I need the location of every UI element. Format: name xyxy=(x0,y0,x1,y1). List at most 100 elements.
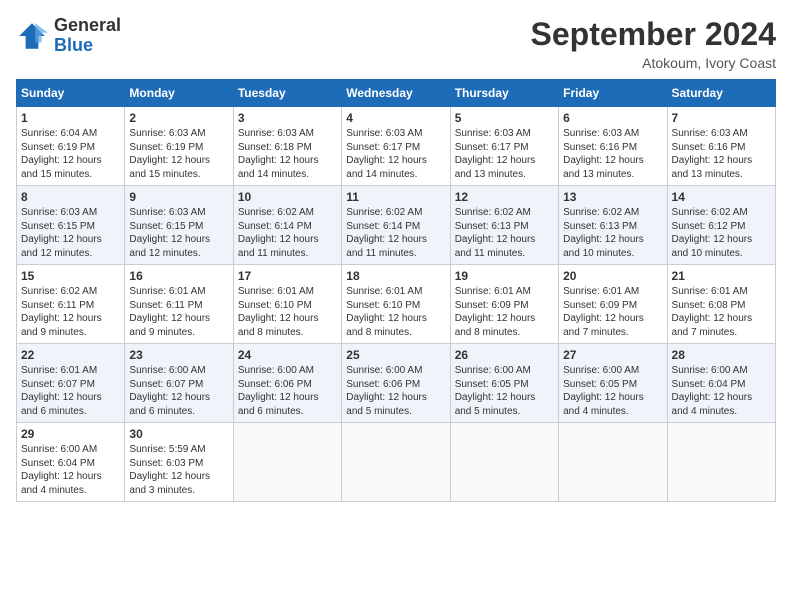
day-number: 20 xyxy=(563,269,662,283)
logo-blue-text: Blue xyxy=(54,36,121,56)
day-info: Sunrise: 6:03 AM Sunset: 6:16 PM Dayligh… xyxy=(563,127,662,181)
day-info: Sunrise: 5:59 AM Sunset: 6:03 PM Dayligh… xyxy=(129,443,228,497)
day-info: Sunrise: 6:00 AM Sunset: 6:04 PM Dayligh… xyxy=(21,443,120,497)
day-number: 3 xyxy=(238,111,337,125)
col-tuesday: Tuesday xyxy=(233,80,341,107)
table-row: 4 Sunrise: 6:03 AM Sunset: 6:17 PM Daylig… xyxy=(342,107,450,186)
table-row: 27 Sunrise: 6:00 AM Sunset: 6:05 PM Dayli… xyxy=(559,344,667,423)
day-info: Sunrise: 6:02 AM Sunset: 6:13 PM Dayligh… xyxy=(563,206,662,260)
logo-text: General Blue xyxy=(54,16,121,56)
calendar-week-row: 15Sunrise: 6:02 AM Sunset: 6:11 PM Dayli… xyxy=(17,265,776,344)
table-row xyxy=(233,423,341,502)
table-row: 23 Sunrise: 6:00 AM Sunset: 6:07 PM Dayli… xyxy=(125,344,233,423)
table-row: 1 Sunrise: 6:04 AM Sunset: 6:19 PM Daylig… xyxy=(17,107,125,186)
day-info: Sunrise: 6:03 AM Sunset: 6:15 PM Dayligh… xyxy=(21,206,120,260)
calendar-header-row: Sunday Monday Tuesday Wednesday Thursday… xyxy=(17,80,776,107)
logo: General Blue xyxy=(16,16,121,56)
day-number: 25 xyxy=(346,348,445,362)
col-thursday: Thursday xyxy=(450,80,558,107)
day-number: 1 xyxy=(21,111,120,125)
table-row: 26 Sunrise: 6:00 AM Sunset: 6:05 PM Dayli… xyxy=(450,344,558,423)
table-row: 28 Sunrise: 6:00 AM Sunset: 6:04 PM Dayli… xyxy=(667,344,775,423)
table-row: 22Sunrise: 6:01 AM Sunset: 6:07 PM Dayli… xyxy=(17,344,125,423)
day-number: 4 xyxy=(346,111,445,125)
table-row: 15Sunrise: 6:02 AM Sunset: 6:11 PM Dayli… xyxy=(17,265,125,344)
day-info: Sunrise: 6:01 AM Sunset: 6:10 PM Dayligh… xyxy=(238,285,337,339)
table-row: 18 Sunrise: 6:01 AM Sunset: 6:10 PM Dayli… xyxy=(342,265,450,344)
table-row: 16 Sunrise: 6:01 AM Sunset: 6:11 PM Dayli… xyxy=(125,265,233,344)
day-info: Sunrise: 6:00 AM Sunset: 6:07 PM Dayligh… xyxy=(129,364,228,418)
day-info: Sunrise: 6:03 AM Sunset: 6:15 PM Dayligh… xyxy=(129,206,228,260)
col-saturday: Saturday xyxy=(667,80,775,107)
calendar-week-row: 8 Sunrise: 6:03 AM Sunset: 6:15 PM Daylig… xyxy=(17,186,776,265)
day-info: Sunrise: 6:02 AM Sunset: 6:12 PM Dayligh… xyxy=(672,206,771,260)
table-row: 29Sunrise: 6:00 AM Sunset: 6:04 PM Dayli… xyxy=(17,423,125,502)
table-row xyxy=(450,423,558,502)
logo-icon xyxy=(16,20,48,52)
day-info: Sunrise: 6:03 AM Sunset: 6:18 PM Dayligh… xyxy=(238,127,337,181)
day-info: Sunrise: 6:03 AM Sunset: 6:16 PM Dayligh… xyxy=(672,127,771,181)
table-row: 7 Sunrise: 6:03 AM Sunset: 6:16 PM Daylig… xyxy=(667,107,775,186)
day-number: 27 xyxy=(563,348,662,362)
day-number: 28 xyxy=(672,348,771,362)
day-number: 24 xyxy=(238,348,337,362)
table-row: 2 Sunrise: 6:03 AM Sunset: 6:19 PM Daylig… xyxy=(125,107,233,186)
day-number: 11 xyxy=(346,190,445,204)
day-info: Sunrise: 6:00 AM Sunset: 6:06 PM Dayligh… xyxy=(238,364,337,418)
day-info: Sunrise: 6:02 AM Sunset: 6:11 PM Dayligh… xyxy=(21,285,120,339)
day-number: 23 xyxy=(129,348,228,362)
table-row xyxy=(559,423,667,502)
calendar-week-row: 1 Sunrise: 6:04 AM Sunset: 6:19 PM Daylig… xyxy=(17,107,776,186)
calendar-table: Sunday Monday Tuesday Wednesday Thursday… xyxy=(16,79,776,502)
table-row: 17 Sunrise: 6:01 AM Sunset: 6:10 PM Dayli… xyxy=(233,265,341,344)
day-number: 26 xyxy=(455,348,554,362)
day-info: Sunrise: 6:03 AM Sunset: 6:17 PM Dayligh… xyxy=(455,127,554,181)
table-row: 5 Sunrise: 6:03 AM Sunset: 6:17 PM Daylig… xyxy=(450,107,558,186)
table-row: 11 Sunrise: 6:02 AM Sunset: 6:14 PM Dayli… xyxy=(342,186,450,265)
table-row: 3 Sunrise: 6:03 AM Sunset: 6:18 PM Daylig… xyxy=(233,107,341,186)
day-number: 18 xyxy=(346,269,445,283)
col-friday: Friday xyxy=(559,80,667,107)
day-number: 8 xyxy=(21,190,120,204)
title-block: September 2024 Atokoum, Ivory Coast xyxy=(531,16,776,71)
day-info: Sunrise: 6:03 AM Sunset: 6:17 PM Dayligh… xyxy=(346,127,445,181)
day-info: Sunrise: 6:02 AM Sunset: 6:13 PM Dayligh… xyxy=(455,206,554,260)
logo-general-text: General xyxy=(54,16,121,36)
table-row: 21Sunrise: 6:01 AM Sunset: 6:08 PM Dayli… xyxy=(667,265,775,344)
day-info: Sunrise: 6:01 AM Sunset: 6:10 PM Dayligh… xyxy=(346,285,445,339)
day-number: 2 xyxy=(129,111,228,125)
day-info: Sunrise: 6:00 AM Sunset: 6:05 PM Dayligh… xyxy=(455,364,554,418)
day-number: 7 xyxy=(672,111,771,125)
table-row: 9 Sunrise: 6:03 AM Sunset: 6:15 PM Daylig… xyxy=(125,186,233,265)
day-number: 17 xyxy=(238,269,337,283)
day-info: Sunrise: 6:01 AM Sunset: 6:11 PM Dayligh… xyxy=(129,285,228,339)
location-subtitle: Atokoum, Ivory Coast xyxy=(531,55,776,71)
table-row: 25Sunrise: 6:00 AM Sunset: 6:06 PM Dayli… xyxy=(342,344,450,423)
day-info: Sunrise: 6:02 AM Sunset: 6:14 PM Dayligh… xyxy=(346,206,445,260)
day-info: Sunrise: 6:00 AM Sunset: 6:04 PM Dayligh… xyxy=(672,364,771,418)
day-number: 9 xyxy=(129,190,228,204)
table-row: 12Sunrise: 6:02 AM Sunset: 6:13 PM Dayli… xyxy=(450,186,558,265)
day-info: Sunrise: 6:04 AM Sunset: 6:19 PM Dayligh… xyxy=(21,127,120,181)
day-number: 13 xyxy=(563,190,662,204)
table-row xyxy=(667,423,775,502)
table-row: 14 Sunrise: 6:02 AM Sunset: 6:12 PM Dayli… xyxy=(667,186,775,265)
table-row: 20 Sunrise: 6:01 AM Sunset: 6:09 PM Dayli… xyxy=(559,265,667,344)
day-info: Sunrise: 6:01 AM Sunset: 6:08 PM Dayligh… xyxy=(672,285,771,339)
day-number: 16 xyxy=(129,269,228,283)
day-info: Sunrise: 6:01 AM Sunset: 6:09 PM Dayligh… xyxy=(563,285,662,339)
col-wednesday: Wednesday xyxy=(342,80,450,107)
day-number: 19 xyxy=(455,269,554,283)
table-row: 24 Sunrise: 6:00 AM Sunset: 6:06 PM Dayli… xyxy=(233,344,341,423)
day-number: 14 xyxy=(672,190,771,204)
table-row: 30Sunrise: 5:59 AM Sunset: 6:03 PM Dayli… xyxy=(125,423,233,502)
day-number: 5 xyxy=(455,111,554,125)
day-info: Sunrise: 6:01 AM Sunset: 6:07 PM Dayligh… xyxy=(21,364,120,418)
day-info: Sunrise: 6:03 AM Sunset: 6:19 PM Dayligh… xyxy=(129,127,228,181)
day-info: Sunrise: 6:01 AM Sunset: 6:09 PM Dayligh… xyxy=(455,285,554,339)
calendar-week-row: 22Sunrise: 6:01 AM Sunset: 6:07 PM Dayli… xyxy=(17,344,776,423)
table-row: 8 Sunrise: 6:03 AM Sunset: 6:15 PM Daylig… xyxy=(17,186,125,265)
table-row: 19 Sunrise: 6:01 AM Sunset: 6:09 PM Dayli… xyxy=(450,265,558,344)
day-number: 10 xyxy=(238,190,337,204)
day-info: Sunrise: 6:00 AM Sunset: 6:05 PM Dayligh… xyxy=(563,364,662,418)
